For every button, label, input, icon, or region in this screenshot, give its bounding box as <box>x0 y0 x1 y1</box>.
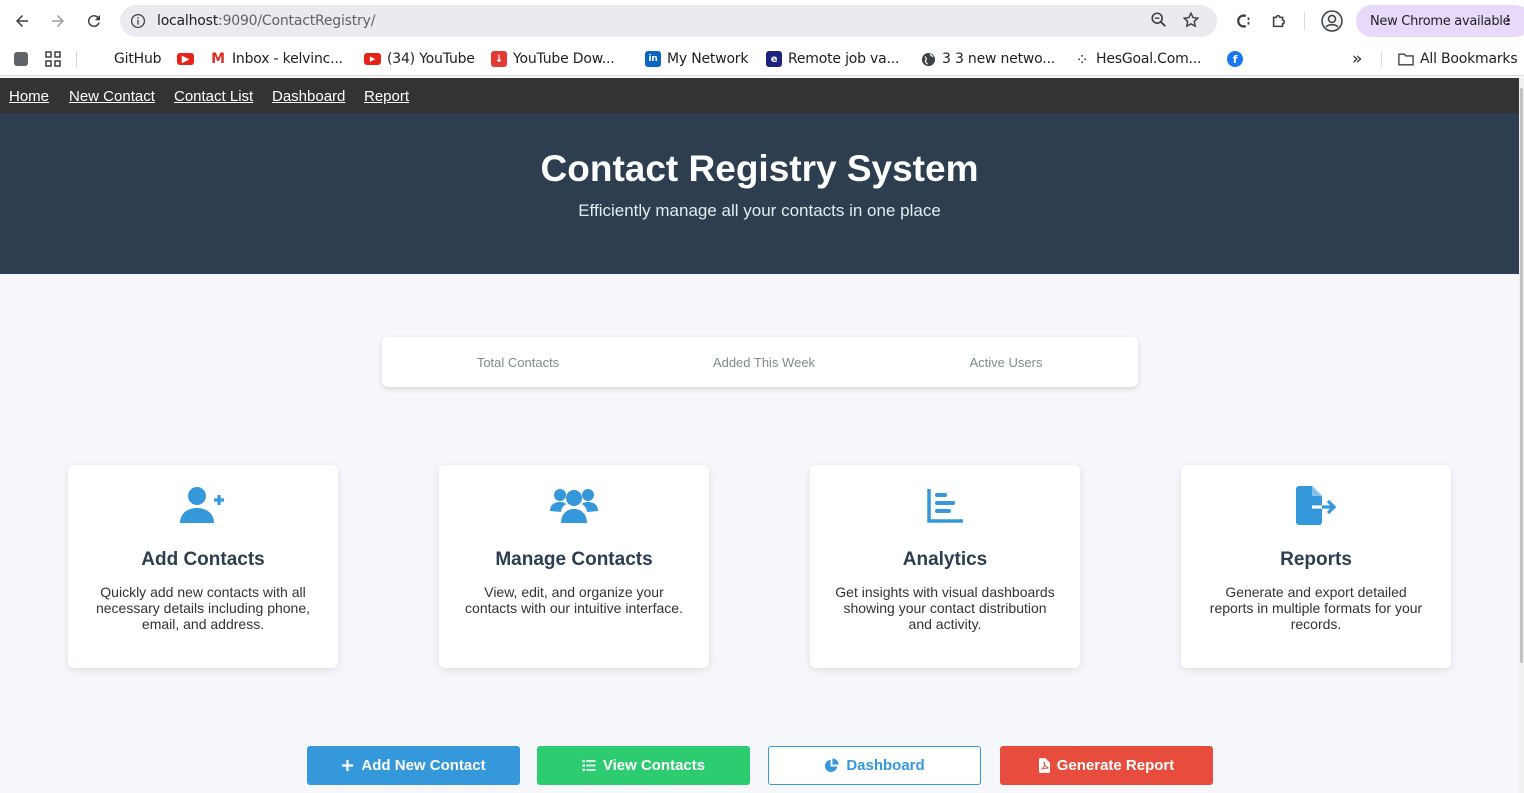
feature-title: Add Contacts <box>141 549 265 570</box>
nav-new-contact[interactable]: New Contact <box>69 88 155 105</box>
linkedin-icon: in <box>645 51 661 67</box>
scrollbar-thumb[interactable] <box>1520 88 1523 663</box>
bookmark-hesgoal[interactable]: ⁘ HesGoal.Com... <box>1074 49 1201 69</box>
page-scrollbar[interactable] <box>1519 78 1524 793</box>
bookmark-new-network[interactable]: 3 3 new netwo... <box>920 49 1055 69</box>
url-text: localhost:9090/ContactRegistry/ <box>157 13 376 29</box>
user-plus-icon <box>68 485 338 525</box>
feature-card-reports: Reports Generate and export detailed rep… <box>1181 465 1451 668</box>
nav-report[interactable]: Report <box>364 88 409 105</box>
feature-description: View, edit, and organize your contacts w… <box>465 584 683 616</box>
youtube-icon: ▶ <box>177 53 194 65</box>
bookmark-inbox[interactable]: M Inbox - kelvinc... <box>210 49 343 69</box>
more-bookmarks-button[interactable]: » <box>1352 49 1362 69</box>
page-title: Contact Registry System <box>540 148 979 189</box>
top-navbar: Home New Contact Contact List Dashboard … <box>0 78 1519 113</box>
dashboard-button[interactable]: Dashboard <box>768 746 981 785</box>
bookmark-separator <box>1381 51 1382 67</box>
all-bookmarks-button[interactable]: All Bookmarks <box>1398 49 1518 69</box>
hesgoal-icon: ⁘ <box>1077 52 1087 66</box>
bookmark-youtube-icon-only[interactable]: ▶ <box>177 49 200 69</box>
feature-description: Generate and export detailed reports in … <box>1209 584 1423 632</box>
bookmarks-bar: GitHub ▶ M Inbox - kelvinc... ▶ (34) You… <box>0 41 1524 76</box>
plus-icon <box>341 759 354 772</box>
stat-active-users: Active Users <box>969 355 1043 370</box>
tab-search-icon[interactable] <box>14 49 34 69</box>
reload-icon[interactable] <box>81 8 107 34</box>
feature-card-manage-contacts: Manage Contacts View, edit, and organize… <box>439 465 709 668</box>
bookmark-youtube-downloader[interactable]: ↓ YouTube Dow... <box>491 49 615 69</box>
apps-grid-icon[interactable] <box>45 49 61 69</box>
menu-dots-icon[interactable] <box>1506 13 1510 31</box>
zoom-icon[interactable] <box>1150 11 1168 34</box>
site-info-icon[interactable] <box>128 11 148 31</box>
feature-title: Manage Contacts <box>495 549 653 570</box>
feature-card-analytics: Analytics Get insights with visual dashb… <box>810 465 1080 668</box>
chart-bar-icon <box>810 485 1080 525</box>
nav-contact-list[interactable]: Contact List <box>174 88 253 105</box>
bookmark-facebook[interactable]: f <box>1227 49 1249 69</box>
hero-banner: Contact Registry System Efficiently mana… <box>0 113 1519 274</box>
nav-home[interactable]: Home <box>9 88 49 105</box>
globe-icon <box>920 51 936 67</box>
browser-toolbar: localhost:9090/ContactRegistry/ New Chro… <box>0 0 1524 41</box>
page-subtitle: Efficiently manage all your contacts in … <box>578 201 941 220</box>
pie-chart-icon <box>824 758 839 773</box>
extensions-puzzle-icon[interactable] <box>1266 8 1292 34</box>
users-icon <box>439 485 709 525</box>
extension-c-icon[interactable] <box>1231 8 1257 34</box>
stat-total-contacts: Total Contacts <box>476 355 560 370</box>
address-bar[interactable]: localhost:9090/ContactRegistry/ <box>120 5 1217 37</box>
file-export-icon <box>1181 485 1451 525</box>
feature-card-add-contacts: Add Contacts Quickly add new contacts wi… <box>68 465 338 668</box>
download-icon: ↓ <box>491 51 507 67</box>
folder-icon <box>1398 51 1414 67</box>
toolbar-divider <box>1304 12 1305 30</box>
youtube-icon: ▶ <box>364 53 381 65</box>
profile-avatar-icon[interactable] <box>1319 8 1345 34</box>
nav-dashboard[interactable]: Dashboard <box>272 88 345 105</box>
stat-added-this-week: Added This Week <box>712 355 816 370</box>
chrome-update-button[interactable]: New Chrome available <box>1356 5 1524 37</box>
remote-job-icon: e <box>766 51 782 67</box>
feature-title: Reports <box>1280 549 1352 570</box>
stats-panel: Total Contacts Added This Week Active Us… <box>382 337 1138 387</box>
file-pdf-icon <box>1038 758 1050 773</box>
list-icon <box>582 759 596 772</box>
bookmark-remote-job[interactable]: e Remote job va... <box>766 49 899 69</box>
generate-report-button[interactable]: Generate Report <box>1000 746 1213 785</box>
bookmark-my-network[interactable]: in My Network <box>645 49 748 69</box>
page-content: Home New Contact Contact List Dashboard … <box>0 78 1519 793</box>
bookmark-star-icon[interactable] <box>1182 11 1200 34</box>
bookmark-youtube[interactable]: ▶ (34) YouTube <box>364 49 475 69</box>
feature-title: Analytics <box>902 549 988 570</box>
github-icon <box>92 51 108 67</box>
bookmark-github[interactable]: GitHub <box>92 49 162 69</box>
view-contacts-button[interactable]: View Contacts <box>537 746 750 785</box>
bookmark-separator <box>76 51 77 67</box>
add-new-contact-button[interactable]: Add New Contact <box>307 746 520 785</box>
back-icon[interactable] <box>9 8 35 34</box>
forward-icon[interactable] <box>45 8 71 34</box>
feature-description: Get insights with visual dashboards show… <box>835 584 1055 632</box>
facebook-icon: f <box>1227 51 1243 67</box>
update-label: New Chrome available <box>1370 14 1511 29</box>
gmail-icon: M <box>211 51 225 67</box>
feature-description: Quickly add new contacts with all necess… <box>95 584 311 632</box>
